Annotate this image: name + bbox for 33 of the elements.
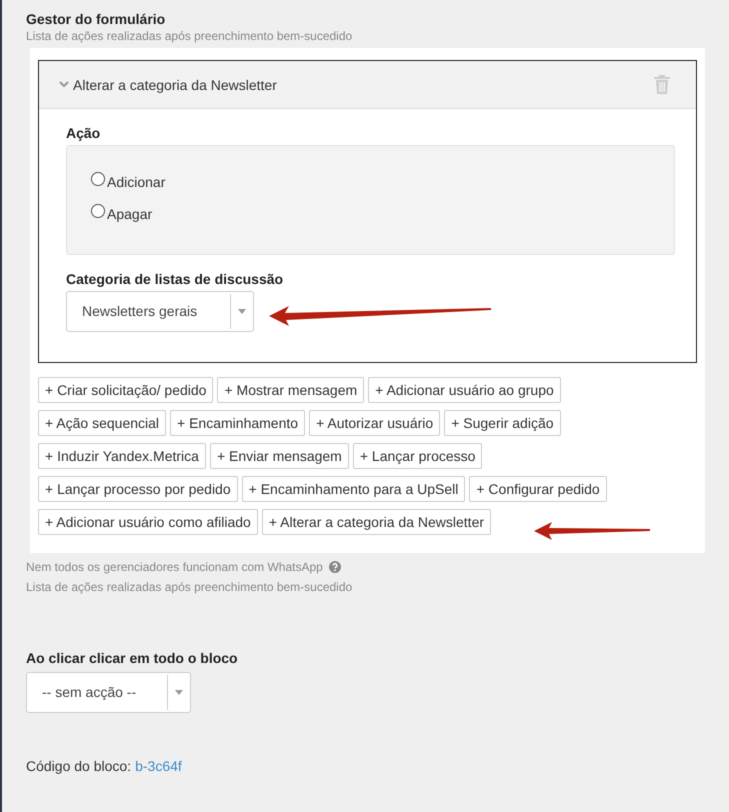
handler-header[interactable]: Alterar a categoria da Newsletter xyxy=(39,61,696,109)
add-action-button[interactable]: + Autorizar usuário xyxy=(309,410,440,436)
add-action-button[interactable]: + Induzir Yandex.Metrica xyxy=(38,443,206,469)
caret-icon xyxy=(175,690,183,695)
field-label: Ação xyxy=(66,124,102,142)
section-subtitle: Lista de ações realizadas após preenchimento bem-sucedido xyxy=(26,28,354,44)
add-action-button[interactable]: + Enviar mensagem xyxy=(210,443,349,469)
add-action-button[interactable]: + Ação sequencial xyxy=(38,410,166,436)
field-label: Categoria de listas de discussão xyxy=(66,270,284,288)
caret-icon xyxy=(238,309,246,314)
code-label: Código do bloco: xyxy=(26,758,132,774)
click-action-select[interactable]: -- sem acção -- xyxy=(26,672,191,713)
section-title: Gestor do formulário xyxy=(26,10,166,28)
handler-title: Alterar a categoria da Newsletter xyxy=(73,76,278,92)
add-action-button[interactable]: + Lançar processo xyxy=(352,443,482,469)
radio-option[interactable]: Apagar xyxy=(91,206,650,222)
add-action-button[interactable]: + Encaminhamento para a UpSell xyxy=(242,476,466,502)
add-action-button[interactable]: + Lançar processo por pedido xyxy=(38,476,238,502)
note-text: Lista de ações realizadas após preenchimento bem-sucedido xyxy=(26,579,354,595)
radio-option[interactable]: Adicionar xyxy=(91,174,650,190)
field-label: Ao clicar clicar em todo o bloco xyxy=(26,649,239,667)
note-text: Nem todos os gerenciadores funcionam com WhatsApp xyxy=(26,559,323,575)
add-action-button[interactable]: + Alterar a categoria da Newsletter xyxy=(262,509,492,535)
add-action-button[interactable]: + Criar solicitação/ pedido xyxy=(38,377,214,403)
category-select[interactable]: Newsletters gerais xyxy=(66,291,254,332)
chevron-icon xyxy=(59,81,69,88)
add-action-button[interactable]: + Mostrar mensagem xyxy=(217,377,364,403)
add-action-button[interactable]: + Adicionar usuário como afiliado xyxy=(38,509,258,535)
add-action-button[interactable]: + Encaminhamento xyxy=(170,410,306,436)
add-action-button[interactable]: + Adicionar usuário ao grupo xyxy=(368,377,561,403)
add-action-button[interactable]: + Sugerir adição xyxy=(444,410,561,436)
add-action-button[interactable]: + Configurar pedido xyxy=(469,476,607,502)
help-icon[interactable] xyxy=(328,561,341,573)
